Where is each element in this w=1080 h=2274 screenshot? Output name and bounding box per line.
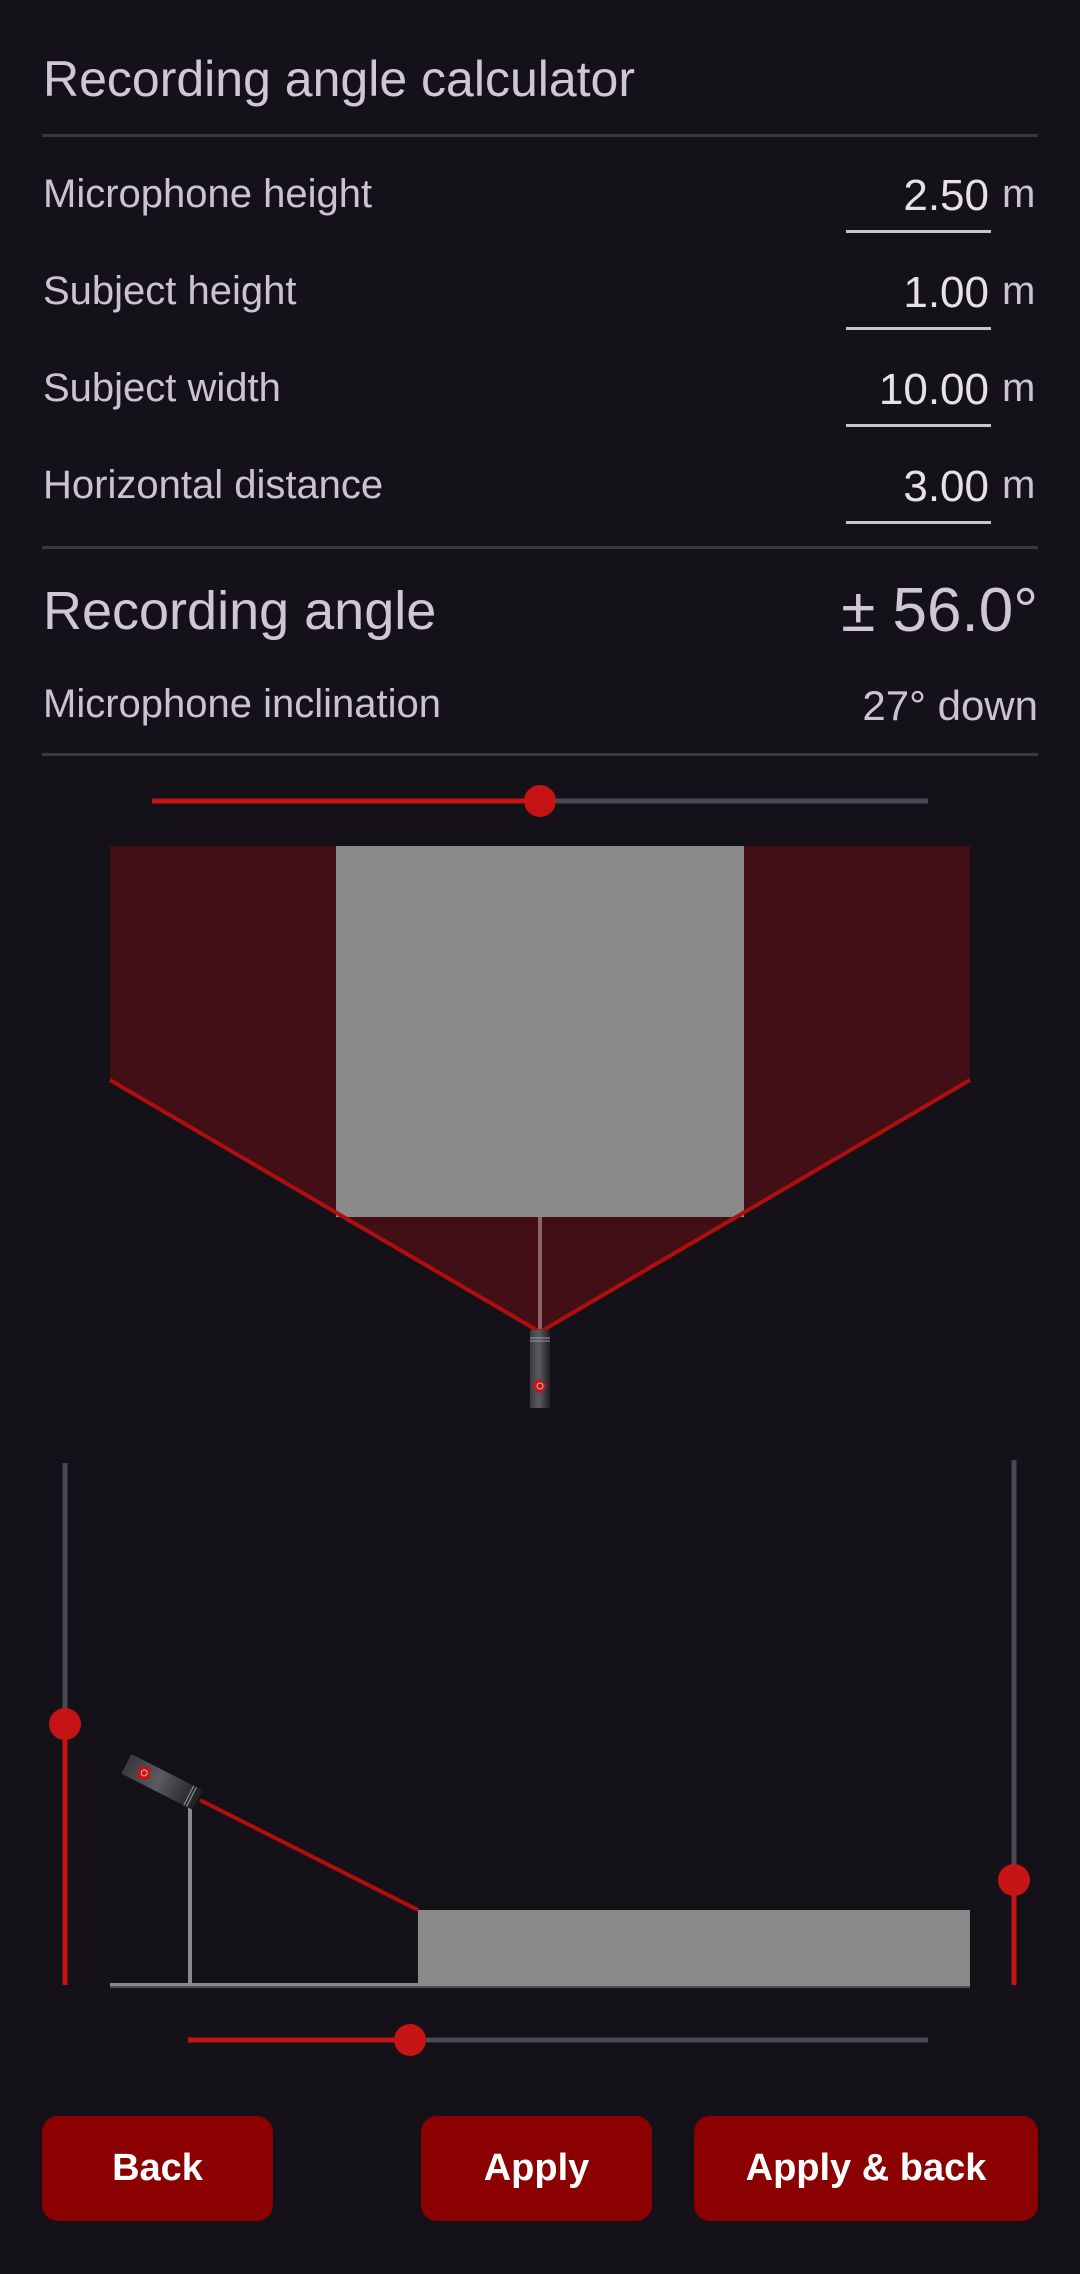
microphone-side-icon	[122, 1754, 202, 1810]
slider-thumb[interactable]	[524, 785, 556, 817]
horizontal-distance-slider[interactable]	[188, 2024, 928, 2056]
apply-and-back-button[interactable]: Apply & back	[694, 2116, 1038, 2221]
top-view-diagram	[108, 846, 972, 1408]
back-button[interactable]: Back	[42, 2116, 273, 2221]
apply-button[interactable]: Apply	[421, 2116, 652, 2221]
slider-thumb[interactable]	[394, 2024, 426, 2056]
subject-top-view	[336, 846, 744, 1217]
side-view-diagram	[110, 1754, 970, 1988]
subject-width-slider[interactable]	[152, 785, 928, 817]
subject-side-view	[418, 1910, 970, 1986]
slider-thumb[interactable]	[49, 1708, 81, 1740]
microphone-icon	[530, 1330, 550, 1408]
diagram-canvas	[49, 785, 1030, 2056]
subject-height-slider[interactable]	[998, 1460, 1030, 1985]
microphone-stand	[188, 1805, 192, 1985]
aim-line	[199, 1798, 419, 1912]
microphone-height-slider[interactable]	[49, 1463, 81, 1985]
slider-thumb[interactable]	[998, 1864, 1030, 1896]
